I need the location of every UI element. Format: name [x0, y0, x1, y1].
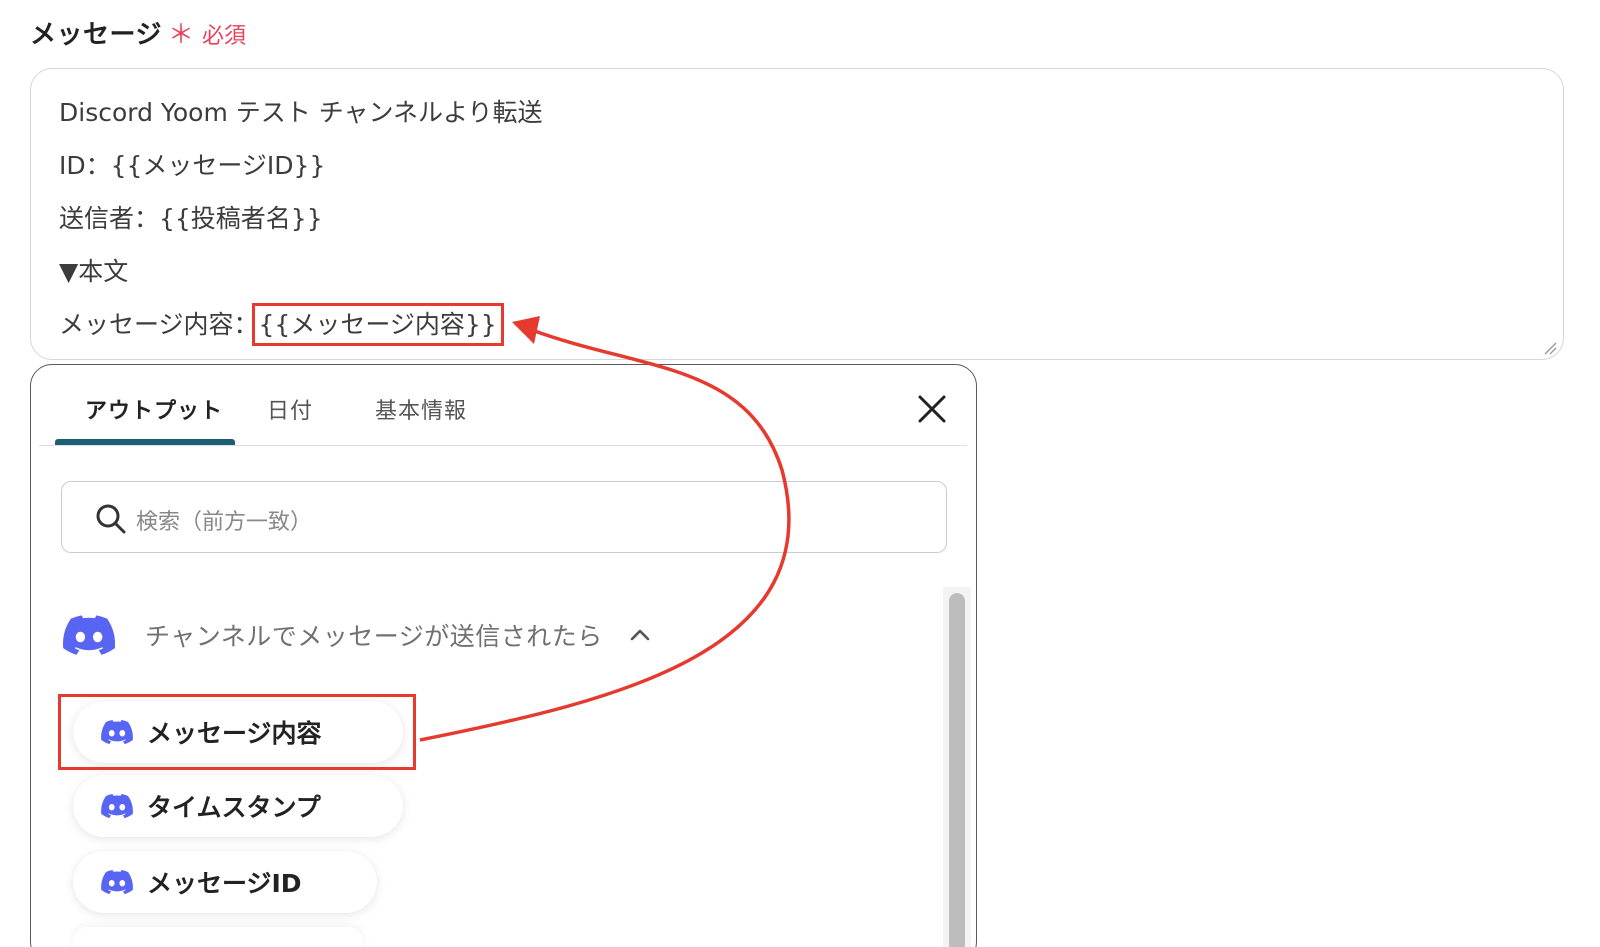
resize-grip-icon[interactable] — [1543, 341, 1557, 355]
close-icon[interactable] — [916, 393, 948, 425]
output-picker-panel: アウトプット 日付 基本情報 検索（前方一致） チャンネルでメッセージが送信され… — [30, 364, 977, 947]
discord-icon — [101, 794, 133, 818]
message-line-2: ID：{{メッセージID}} — [59, 151, 326, 180]
discord-icon — [63, 615, 115, 655]
message-line-5: メッセージ内容：{{メッセージ内容}} — [59, 303, 504, 346]
output-item-partial[interactable] — [73, 927, 363, 947]
annotation-highlight-box — [58, 694, 416, 770]
output-item-label: タイムスタンプ — [147, 793, 321, 822]
message-field-label: メッセージ ＊ 必須 — [30, 14, 246, 51]
output-item-label: メッセージID — [147, 869, 302, 898]
message-line-3: 送信者：{{投稿者名}} — [59, 204, 323, 233]
screen: メッセージ ＊ 必須 Discord Yoom テスト チャンネルより転送 ID… — [0, 0, 1600, 947]
output-item-message-id[interactable]: メッセージID — [73, 851, 377, 913]
output-group-title: チャンネルでメッセージが送信されたら — [145, 622, 603, 651]
discord-icon — [101, 870, 133, 894]
required-asterisk: ＊ — [167, 20, 194, 50]
chevron-up-icon[interactable] — [627, 622, 653, 648]
message-content-token: {{メッセージ内容}} — [251, 303, 504, 346]
message-content-prefix: メッセージ内容： — [59, 310, 259, 339]
scrollbar-thumb[interactable] — [949, 593, 965, 947]
search-icon — [96, 504, 126, 534]
output-item-timestamp[interactable]: タイムスタンプ — [73, 775, 403, 837]
search-placeholder: 検索（前方一致） — [136, 510, 313, 535]
tab-basic-info[interactable]: 基本情報 — [375, 393, 467, 425]
search-input[interactable]: 検索（前方一致） — [61, 481, 947, 553]
message-textarea[interactable]: Discord Yoom テスト チャンネルより転送 ID：{{メッセージID}… — [30, 68, 1564, 360]
field-title: メッセージ — [30, 20, 162, 50]
required-label: 必須 — [202, 24, 247, 49]
tab-output[interactable]: アウトプット — [85, 393, 223, 425]
message-line-1: Discord Yoom テスト チャンネルより転送 — [59, 98, 543, 127]
tab-divider — [39, 445, 967, 446]
tab-date[interactable]: 日付 — [267, 393, 313, 425]
message-line-4: ▼本文 — [59, 257, 129, 286]
output-group-header[interactable]: チャンネルでメッセージが送信されたら — [63, 615, 653, 655]
